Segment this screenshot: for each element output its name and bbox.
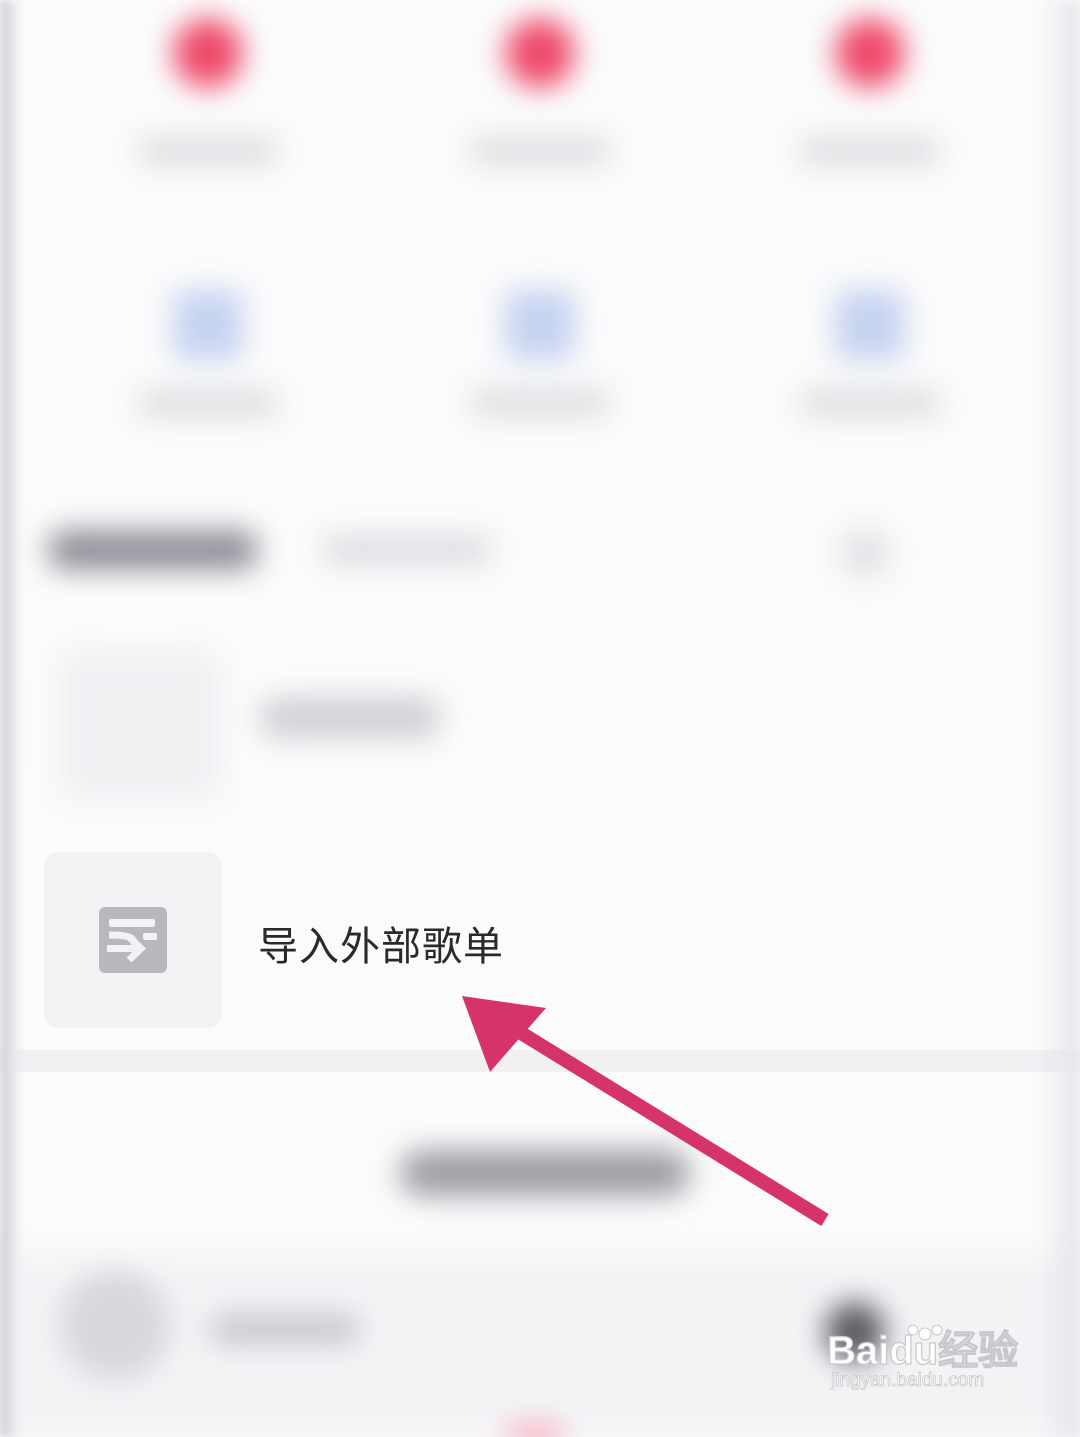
blurred-tab-bar bbox=[0, 510, 1080, 600]
shortcut-icon bbox=[505, 290, 575, 360]
baidu-jingyan-watermark-icon: Baidu经验 jingyan.baidu.com bbox=[826, 1324, 1019, 1390]
blurred-shortcut-grid bbox=[0, 0, 1080, 470]
screen-edge-left bbox=[0, 0, 22, 1437]
playlist-cover bbox=[60, 650, 220, 800]
app-screen: 导入外部歌单 Baidu经验 jingyan.baidu.com bbox=[0, 0, 1080, 1437]
shortcut-icon bbox=[173, 290, 243, 360]
shortcut-label bbox=[138, 390, 278, 416]
mini-player-title bbox=[210, 1315, 360, 1343]
shortcut-item[interactable] bbox=[460, 18, 620, 218]
shortcut-icon bbox=[835, 290, 905, 360]
mini-player-cover[interactable] bbox=[60, 1270, 170, 1380]
shortcut-label bbox=[470, 138, 610, 164]
shortcut-icon bbox=[173, 18, 243, 88]
shortcut-item[interactable] bbox=[790, 18, 950, 218]
shortcut-item[interactable] bbox=[790, 290, 950, 490]
shortcut-label bbox=[470, 390, 610, 416]
shortcut-item[interactable] bbox=[128, 290, 288, 490]
bottom-tab-indicator bbox=[505, 1425, 565, 1437]
import-playlist-icon bbox=[99, 907, 167, 973]
import-playlist-tile[interactable] bbox=[44, 852, 222, 1028]
screen-edge-right bbox=[1040, 0, 1080, 1437]
annotation-arrow-icon bbox=[462, 996, 829, 1226]
shortcut-item[interactable] bbox=[460, 290, 620, 490]
shortcut-label bbox=[800, 138, 940, 164]
add-icon[interactable] bbox=[840, 528, 890, 578]
shortcut-item[interactable] bbox=[128, 18, 288, 218]
shortcut-label bbox=[138, 138, 278, 164]
watermark-url: jingyan.baidu.com bbox=[830, 1370, 984, 1390]
shortcut-icon bbox=[835, 18, 905, 88]
blurred-playlist-row bbox=[0, 640, 1080, 810]
tab-inactive[interactable] bbox=[322, 536, 492, 564]
playlist-title bbox=[260, 698, 440, 738]
watermark-brand: Baidu经验 bbox=[827, 1329, 1018, 1373]
shortcut-icon bbox=[505, 18, 575, 88]
tab-active[interactable] bbox=[48, 530, 258, 570]
import-playlist-label[interactable]: 导入外部歌单 bbox=[258, 914, 504, 972]
shortcut-label bbox=[800, 390, 940, 416]
